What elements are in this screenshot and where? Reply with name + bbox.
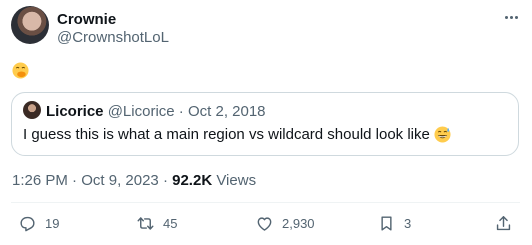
author-avatar[interactable] [11, 6, 49, 44]
reply-count: 19 [45, 215, 60, 231]
quoted-tweet[interactable]: Licorice @Licorice · Oct 2, 2018 I guess… [11, 92, 519, 156]
share-icon [496, 215, 511, 230]
more-options-icon[interactable] [500, 8, 522, 26]
repost-count: 45 [163, 215, 178, 231]
like-count: 2,930 [282, 215, 315, 231]
divider [11, 202, 520, 203]
quote-text: I guess this is what a main region vs wi… [23, 126, 430, 143]
bookmark-icon [381, 215, 392, 231]
meta-separator: · [72, 172, 78, 189]
repost-button[interactable]: 45 [136, 212, 177, 234]
reply-button[interactable]: 19 [18, 212, 59, 234]
repost-icon [137, 216, 154, 230]
quote-separator: · [178, 103, 184, 120]
grinning-sweat-emoji-icon [434, 126, 451, 143]
hand-over-mouth-emoji-icon [12, 62, 29, 79]
reply-icon [20, 216, 35, 231]
bookmark-count: 3 [404, 215, 412, 231]
share-button[interactable] [494, 212, 513, 234]
tweet-meta: 1:26 PM · Oct 9, 2023 · 92.2K Views [12, 172, 256, 189]
author-name[interactable]: Crownie [57, 11, 116, 28]
views-count: 92.2K [172, 172, 213, 189]
tweet-time[interactable]: 1:26 PM [12, 172, 68, 189]
quote-header: Licorice @Licorice · Oct 2, 2018 [46, 103, 266, 120]
like-button[interactable]: 2,930 [255, 212, 315, 234]
quote-author-name: Licorice [46, 103, 104, 120]
tweet-date[interactable]: Oct 9, 2023 [81, 172, 159, 189]
quote-date: Oct 2, 2018 [187, 103, 266, 120]
quote-author-handle: @Licorice [107, 103, 175, 120]
quote-avatar [23, 101, 41, 119]
author-handle[interactable]: @CrownshotLoL [57, 29, 169, 46]
heart-icon [257, 216, 272, 231]
quote-text-row: I guess this is what a main region vs wi… [23, 126, 451, 143]
meta-separator-2: · [162, 172, 168, 189]
views-label: Views [216, 172, 257, 189]
bookmark-button[interactable]: 3 [377, 212, 411, 234]
